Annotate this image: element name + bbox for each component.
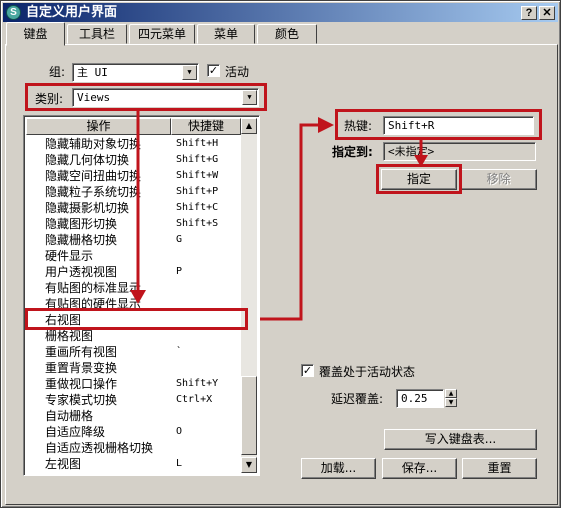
tab-menus[interactable]: 菜单: [197, 24, 255, 44]
tab-quad-menus[interactable]: 四元菜单: [129, 24, 195, 44]
keyboard-panel: [5, 44, 558, 505]
tab-colors[interactable]: 颜色: [257, 24, 317, 44]
customize-ui-dialog: S 自定义用户界面 ? ✕ 键盘 工具栏 四元菜单 菜单 颜色 组: 主 UI …: [0, 0, 561, 508]
close-button[interactable]: ✕: [539, 6, 555, 20]
tab-keyboard[interactable]: 键盘: [6, 22, 65, 46]
title-bar[interactable]: S 自定义用户界面 ? ✕: [3, 3, 558, 22]
help-button[interactable]: ?: [521, 6, 537, 20]
tab-toolbars[interactable]: 工具栏: [67, 24, 127, 44]
window-title: 自定义用户界面: [26, 5, 118, 20]
app-icon: S: [6, 5, 21, 20]
